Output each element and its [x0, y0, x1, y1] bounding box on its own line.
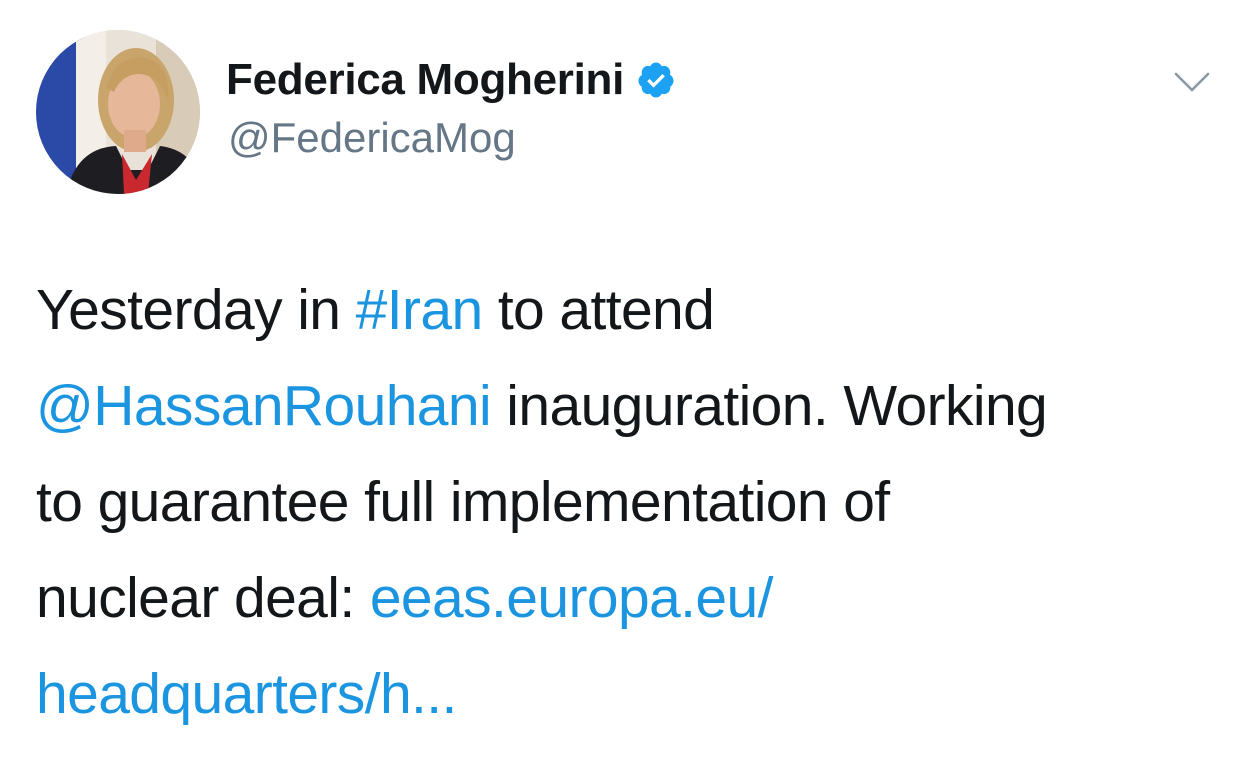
- tweet-text-line: headquarters/h...: [36, 646, 1216, 742]
- verified-badge-icon: [636, 60, 676, 100]
- tweet-text-segment: to guarantee full implementation of: [36, 470, 890, 534]
- author-display-name[interactable]: Federica Mogherini: [226, 55, 624, 105]
- tweet-card: Federica Mogherini @FedericaMog Yesterda…: [0, 0, 1241, 768]
- url-link[interactable]: headquarters/h...: [36, 662, 457, 726]
- tweet-text-segment: inauguration. Working: [491, 374, 1048, 438]
- hashtag-link[interactable]: #Iran: [356, 278, 484, 342]
- url-link[interactable]: eeas.europa.eu/: [370, 566, 774, 630]
- tweet-text-line: @HassanRouhani inauguration. Working: [36, 358, 1216, 454]
- author-handle[interactable]: @FedericaMog: [228, 114, 516, 162]
- tweet-text-line: to guarantee full implementation of: [36, 454, 1216, 550]
- avatar-photo: [36, 30, 200, 194]
- tweet-text-segment: Yesterday in: [36, 278, 356, 342]
- tweet-text: Yesterday in #Iran to attend @HassanRouha…: [36, 262, 1216, 742]
- mention-link[interactable]: @HassanRouhani: [36, 374, 492, 438]
- tweet-text-segment: nuclear deal:: [36, 566, 370, 630]
- tweet-text-line: nuclear deal: eeas.europa.eu/: [36, 550, 1216, 646]
- tweet-text-line: Yesterday in #Iran to attend: [36, 262, 1216, 358]
- tweet-text-segment: to attend: [482, 278, 715, 342]
- author-avatar[interactable]: [36, 30, 200, 194]
- author-name-row: Federica Mogherini: [226, 54, 676, 106]
- chevron-down-icon[interactable]: [1172, 68, 1212, 96]
